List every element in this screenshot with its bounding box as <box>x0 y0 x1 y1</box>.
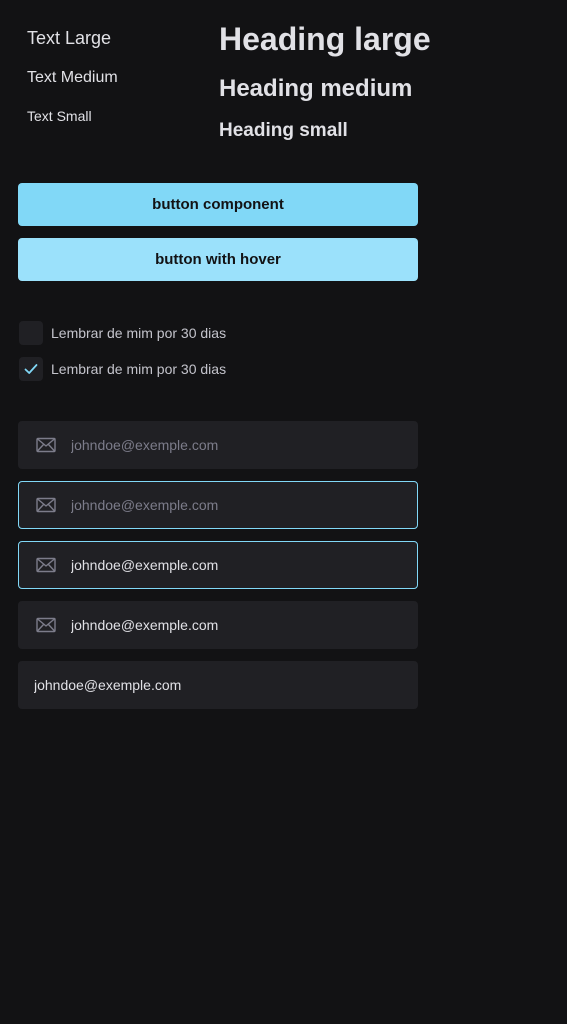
email-field-no-icon[interactable] <box>18 661 418 709</box>
heading-large-sample: Heading large <box>219 21 431 57</box>
mail-icon <box>36 437 56 453</box>
email-field-focused-filled[interactable] <box>18 541 418 589</box>
email-field-filled[interactable] <box>18 601 418 649</box>
mail-icon <box>36 557 56 573</box>
text-medium-sample: Text Medium <box>27 69 118 86</box>
checkbox-label: Lembrar de mim por 30 dias <box>51 325 227 341</box>
text-small-sample: Text Small <box>27 108 92 124</box>
remember-me-checkbox-checked[interactable]: Lembrar de mim por 30 dias <box>19 357 226 381</box>
mail-icon <box>36 497 56 513</box>
mail-icon <box>36 617 56 633</box>
email-field-focused-empty[interactable] <box>18 481 418 529</box>
checkbox-box[interactable] <box>19 321 43 345</box>
button-with-hover[interactable]: button with hover <box>18 238 418 281</box>
check-icon <box>24 364 38 374</box>
heading-medium-sample: Heading medium <box>219 75 413 102</box>
email-input[interactable] <box>34 677 334 693</box>
button-component[interactable]: button component <box>18 183 418 226</box>
remember-me-checkbox-unchecked[interactable]: Lembrar de mim por 30 dias <box>19 321 226 345</box>
checkbox-label: Lembrar de mim por 30 dias <box>51 361 227 377</box>
email-input[interactable] <box>71 497 371 513</box>
heading-small-sample: Heading small <box>219 120 348 141</box>
email-input[interactable] <box>71 437 371 453</box>
email-input[interactable] <box>71 617 371 633</box>
checkbox-box[interactable] <box>19 357 43 381</box>
email-input[interactable] <box>71 557 371 573</box>
text-large-sample: Text Large <box>27 28 112 48</box>
design-system-page: Text Large Text Medium Text Small Headin… <box>0 0 567 1024</box>
email-field-default[interactable] <box>18 421 418 469</box>
